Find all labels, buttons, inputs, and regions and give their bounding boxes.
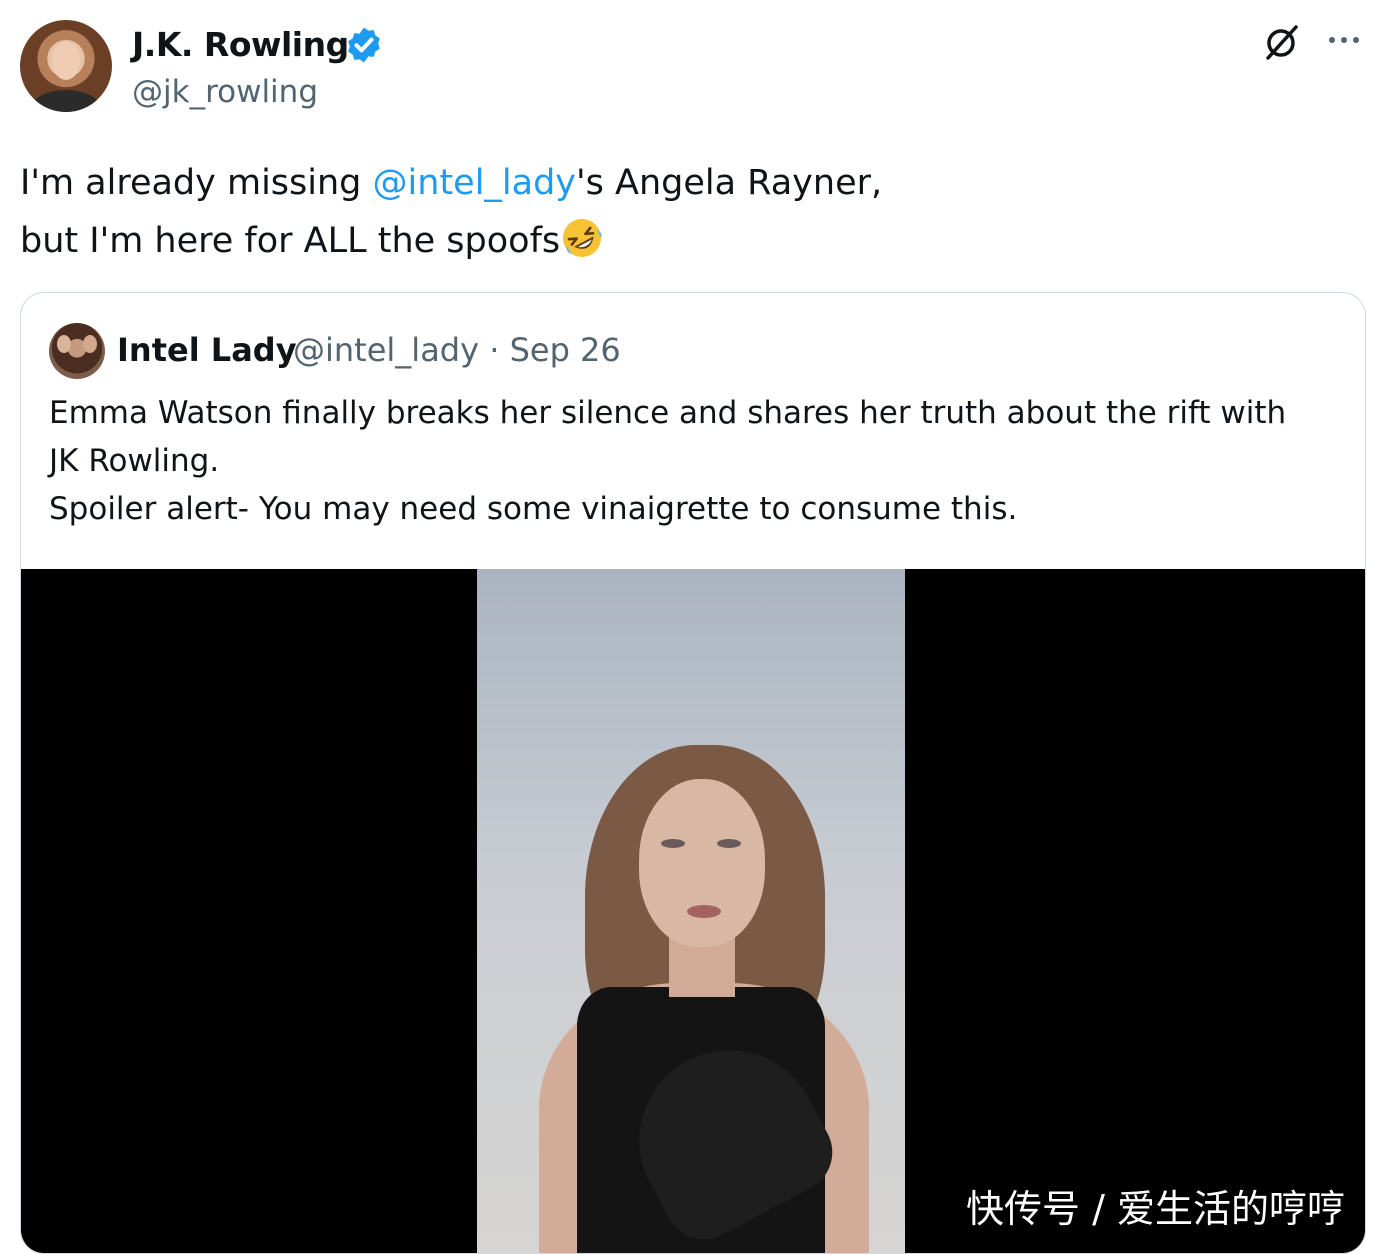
- quoted-date[interactable]: Sep 26: [510, 331, 621, 369]
- tweet-text-part: I'm already missing: [20, 163, 373, 203]
- quoted-author-name[interactable]: Intel Lady: [117, 331, 297, 369]
- quoted-text-line: JK Rowling.: [49, 443, 220, 479]
- tweet-text: I'm already missing @intel_lady's Angela…: [20, 154, 882, 270]
- watermark: 快传号 / 爱生活的哼哼: [966, 1187, 1345, 1231]
- author-handle[interactable]: @jk_rowling: [132, 74, 318, 110]
- quoted-meta: @intel_lady · Sep 26: [293, 331, 621, 369]
- quoted-text-line: Emma Watson finally breaks her silence a…: [49, 395, 1287, 431]
- grok-icon[interactable]: [1262, 22, 1302, 62]
- quoted-tweet-card[interactable]: Intel Lady @intel_lady · Sep 26 Emma Wat…: [20, 292, 1366, 1254]
- tweet-text-part: 's Angela Rayner,: [576, 163, 883, 203]
- rolling-on-the-floor-laughing-emoji: [563, 219, 602, 257]
- more-options-icon[interactable]: [1324, 30, 1364, 50]
- video-player[interactable]: [21, 569, 1365, 1253]
- author-name[interactable]: J.K. Rowling: [132, 25, 349, 64]
- meta-separator: ·: [489, 331, 500, 369]
- quoted-text: Emma Watson finally breaks her silence a…: [49, 389, 1349, 533]
- video-frame[interactable]: [477, 569, 905, 1253]
- quoted-author-handle[interactable]: @intel_lady: [293, 331, 479, 369]
- author-avatar[interactable]: [20, 20, 112, 112]
- mention-link[interactable]: @intel_lady: [373, 163, 577, 203]
- verified-badge-icon: [348, 27, 380, 63]
- quoted-text-line: Spoiler alert- You may need some vinaigr…: [49, 491, 1018, 527]
- tweet-text-part: but I'm here for ALL the spoofs: [20, 221, 561, 261]
- quoted-author-avatar[interactable]: [49, 323, 105, 379]
